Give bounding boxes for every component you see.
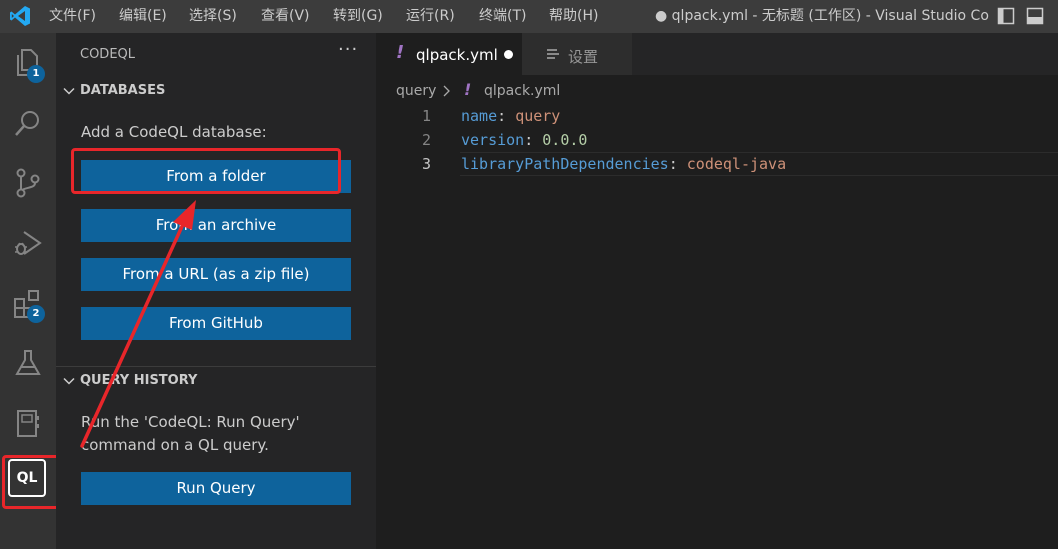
sidebar-title: CODEQL	[80, 47, 136, 62]
window-title: ● qlpack.yml - 无标题 (工作区) - Visual Studio…	[655, 8, 990, 24]
chevron-down-icon[interactable]	[62, 374, 76, 388]
query-history-hint-line2: command on a QL query.	[81, 436, 269, 454]
unsaved-dot-icon[interactable]	[504, 50, 513, 59]
breadcrumb-file[interactable]: qlpack.yml	[484, 83, 560, 99]
yaml-value: query	[515, 107, 561, 125]
activity-notebook[interactable]	[8, 403, 48, 443]
tab-qlpack-yml[interactable]: ! qlpack.yml	[376, 33, 522, 75]
extensions-badge: 2	[27, 305, 45, 323]
tab-label: qlpack.yml	[416, 46, 498, 64]
line-number: 3	[421, 155, 431, 173]
run-query-button[interactable]: Run Query	[81, 472, 351, 505]
editor-tab-bar: ! qlpack.yml 设置	[376, 33, 1058, 75]
tab-label: 设置	[568, 48, 599, 66]
search-icon	[15, 111, 39, 136]
yaml-separator: :	[497, 107, 516, 125]
menu-file[interactable]: 文件(F)	[49, 0, 96, 33]
yaml-value: codeql-java	[686, 155, 787, 173]
title-bar: 文件(F) 编辑(E) 选择(S) 查看(V) 转到(G) 运行(R) 终端(T…	[0, 0, 1058, 33]
menu-view[interactable]: 查看(V)	[261, 0, 310, 33]
yaml-key: name	[461, 107, 498, 125]
chevron-right-icon	[443, 85, 450, 97]
settings-icon	[547, 49, 559, 59]
toggle-sidebar-icon[interactable]	[997, 7, 1015, 25]
menu-edit[interactable]: 编辑(E)	[119, 0, 167, 33]
from-archive-button[interactable]: From an archive	[81, 209, 351, 242]
annotation-box-from-folder	[71, 148, 341, 194]
annotation-box-codeql	[2, 455, 60, 509]
yaml-value: 0.0.0	[542, 131, 588, 149]
menu-help[interactable]: 帮助(H)	[549, 0, 598, 33]
line-number: 2	[421, 131, 431, 149]
section-divider	[56, 366, 376, 367]
menu-terminal[interactable]: 终端(T)	[479, 0, 526, 33]
yaml-separator: :	[524, 131, 543, 149]
query-history-section-title[interactable]: QUERY HISTORY	[80, 373, 197, 388]
chevron-down-icon[interactable]	[62, 84, 76, 98]
source-control-icon	[16, 168, 40, 198]
testing-icon	[15, 350, 41, 375]
more-actions-icon[interactable]: ···	[338, 39, 358, 60]
menu-run[interactable]: 运行(R)	[406, 0, 455, 33]
menu-selection[interactable]: 选择(S)	[189, 0, 237, 33]
explorer-badge: 1	[27, 65, 45, 83]
activity-source-control[interactable]	[8, 163, 48, 203]
breadcrumb-folder[interactable]: query	[396, 83, 436, 99]
activity-testing[interactable]	[8, 343, 48, 383]
codeql-sidebar: CODEQL ··· DATABASES Add a CodeQL databa…	[56, 33, 376, 549]
add-database-label: Add a CodeQL database:	[81, 123, 267, 141]
yaml-file-icon: !	[396, 42, 405, 63]
yaml-key: libraryPathDependencies	[461, 155, 669, 173]
activity-explorer[interactable]: 1	[8, 43, 48, 83]
run-debug-icon	[15, 231, 42, 255]
databases-section-title[interactable]: DATABASES	[80, 83, 165, 98]
activity-extensions[interactable]: 2	[8, 283, 48, 323]
from-github-button[interactable]: From GitHub	[81, 307, 351, 340]
toggle-panel-icon[interactable]	[1026, 7, 1044, 25]
yaml-key: version	[461, 131, 525, 149]
activity-search[interactable]	[8, 103, 48, 143]
yaml-separator: :	[668, 155, 687, 173]
tab-settings[interactable]: 设置	[522, 33, 632, 75]
query-history-hint-line1: Run the 'CodeQL: Run Query'	[81, 413, 300, 431]
menu-go[interactable]: 转到(G)	[333, 0, 383, 33]
line-number: 1	[421, 107, 431, 125]
notebook-icon	[17, 410, 39, 437]
vscode-logo-icon[interactable]	[8, 4, 32, 28]
from-url-button[interactable]: From a URL (as a zip file)	[81, 258, 351, 291]
yaml-file-icon: !	[464, 80, 472, 99]
activity-run-debug[interactable]	[8, 223, 48, 263]
